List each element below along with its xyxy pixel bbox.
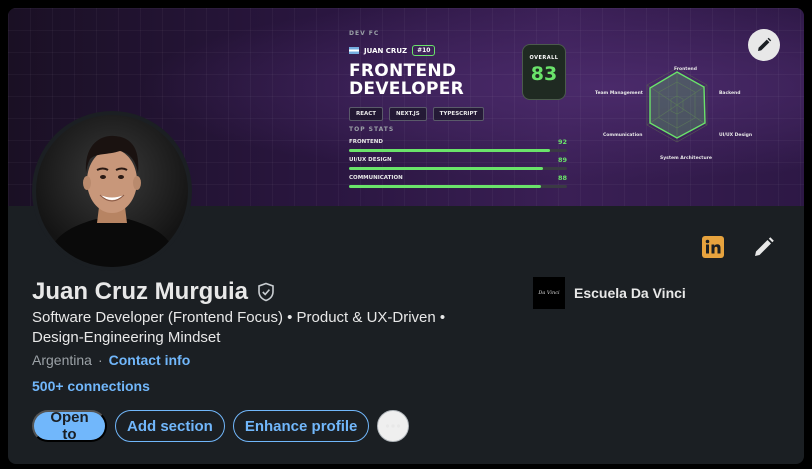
banner-stats-title: TOP STATS — [349, 126, 395, 133]
banner-chip: REACT — [349, 107, 384, 121]
banner-stat-value: 92 — [557, 138, 567, 146]
banner-stat-value: 88 — [557, 174, 567, 182]
banner-overall-value: 83 — [530, 63, 558, 85]
profile-headline: Software Developer (Frontend Focus) • Pr… — [32, 309, 446, 346]
banner-title-line2: DEVELOPER — [349, 79, 465, 99]
profile-avatar[interactable] — [32, 111, 192, 271]
banner-overall-badge: OVERALL 83 — [522, 44, 566, 100]
add-section-button[interactable]: Add section — [115, 410, 225, 442]
edit-banner-button[interactable] — [748, 29, 780, 61]
banner-stat-label: FRONTEND — [349, 139, 383, 145]
banner-chip: TYPESCRIPT — [432, 107, 485, 121]
radar-label: UI/UX Design — [719, 133, 753, 138]
avatar-photo — [36, 115, 188, 267]
linkedin-icon[interactable] — [701, 235, 725, 259]
banner-stat-value: 89 — [557, 156, 567, 164]
banner-stat-row: FRONTEND 92 — [349, 138, 567, 152]
banner-stat-bar — [349, 167, 544, 170]
radar-label: Backend — [719, 91, 741, 96]
person-photo-icon — [44, 135, 180, 267]
contact-info-link[interactable]: Contact info — [109, 352, 191, 368]
school-name: Escuela Da Vinci — [574, 285, 686, 301]
banner-stat-label: COMMUNICATION — [349, 175, 403, 181]
school-logo-text: Da Vinci — [538, 290, 560, 296]
banner-title: FRONTEND DEVELOPER — [349, 62, 464, 98]
radar-label: Communication — [603, 133, 643, 138]
shield-check-icon[interactable] — [256, 282, 276, 302]
banner-stat-bar — [349, 185, 541, 188]
radar-label: Frontend — [674, 67, 697, 72]
profile-name: Juan Cruz Murguia — [32, 278, 249, 305]
school-logo: Da Vinci — [533, 277, 565, 309]
banner-radar-chart: Frontend Backend UI/UX Design System Arc… — [592, 60, 762, 164]
banner-player-number: #10 — [412, 45, 436, 56]
profile-location: Argentina — [32, 352, 92, 368]
pencil-icon — [755, 237, 774, 256]
banner-title-line1: FRONTEND — [349, 61, 457, 81]
open-to-button[interactable]: Open to — [32, 409, 107, 443]
more-actions-button[interactable] — [377, 410, 410, 442]
radar-label: Team Management — [595, 91, 643, 96]
radar-chart-graphic — [646, 67, 708, 143]
pencil-icon — [758, 37, 772, 51]
banner-stat-bar — [349, 149, 550, 152]
banner-stat-row: COMMUNICATION 88 — [349, 174, 567, 188]
education-entry[interactable]: Da Vinci Escuela Da Vinci — [533, 277, 686, 309]
profile-name-row: Juan Cruz Murguia — [32, 278, 276, 306]
linkedin-logo-graphic — [702, 236, 724, 258]
more-dots-icon — [386, 424, 401, 428]
banner-stat-row: UI/UX DESIGN 89 — [349, 156, 567, 170]
edit-intro-button[interactable] — [752, 235, 776, 259]
radar-label: System Architecture — [660, 156, 712, 161]
profile-card: DEV FC JUAN CRUZ #10 FRONTEND DEVELOPER … — [8, 8, 804, 464]
connections-link[interactable]: 500+ connections — [32, 378, 150, 394]
banner-overall-label: OVERALL — [529, 55, 559, 61]
profile-actions: Open to Add section Enhance profile — [32, 409, 410, 443]
banner-player-name: JUAN CRUZ — [364, 46, 408, 55]
banner-team-tag: DEV FC — [349, 30, 380, 37]
location-separator: · — [97, 352, 103, 368]
banner-stat-label: UI/UX DESIGN — [349, 157, 392, 163]
enhance-profile-button[interactable]: Enhance profile — [232, 410, 370, 442]
profile-location-row: Argentina · Contact info — [32, 352, 190, 368]
argentina-flag-icon — [349, 47, 359, 54]
banner-player-row: JUAN CRUZ #10 — [349, 45, 436, 56]
banner-skill-chips: REACT NEXT.JS TYPESCRIPT — [349, 107, 485, 121]
banner-chip: NEXT.JS — [389, 107, 427, 121]
